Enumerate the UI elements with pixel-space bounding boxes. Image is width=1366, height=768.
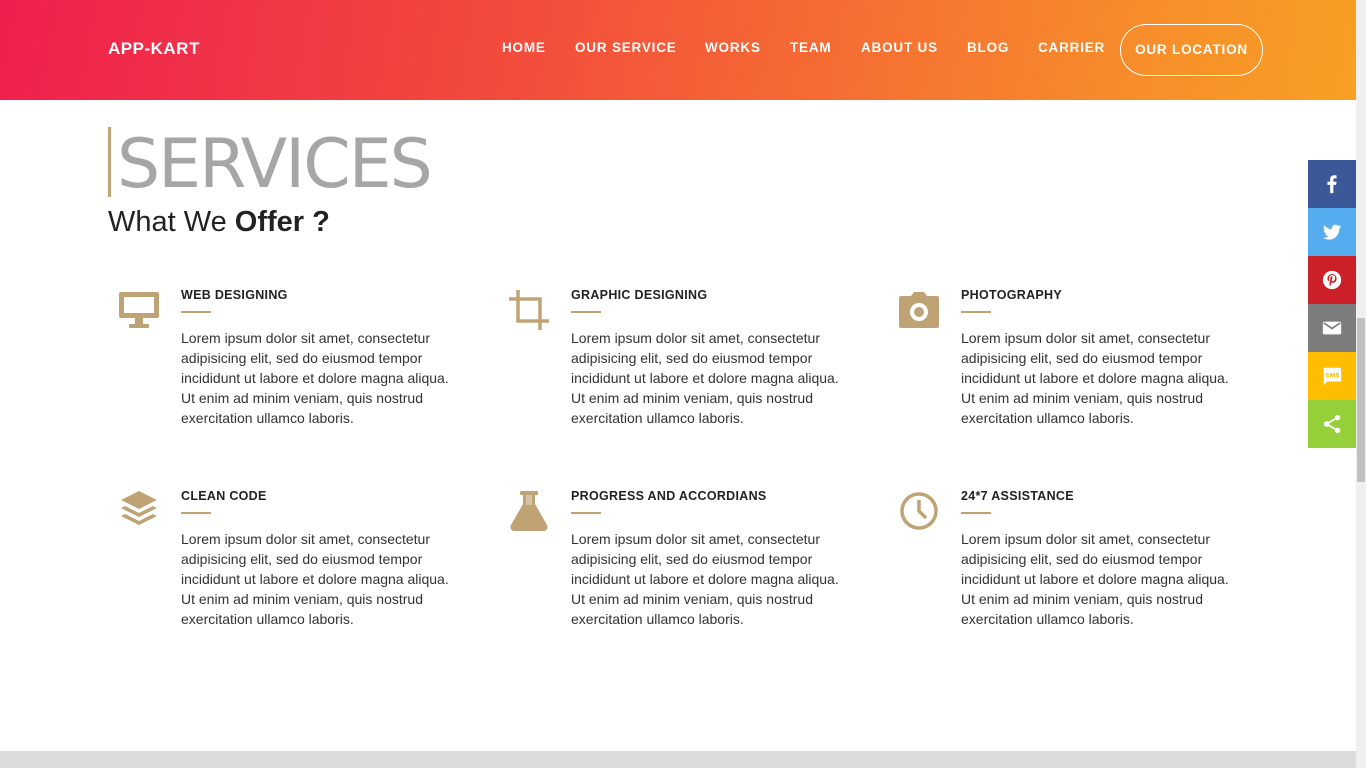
share-icon [1323, 414, 1341, 434]
svg-text:SMS: SMS [1325, 372, 1339, 379]
sms-share-button[interactable]: SMS [1308, 352, 1356, 400]
service-clean-code: CLEAN CODE Lorem ipsum dolor sit amet, c… [121, 489, 481, 629]
subtitle-prefix: What We [108, 206, 235, 238]
nav-works[interactable]: WORKS [705, 40, 761, 55]
twitter-icon [1323, 224, 1342, 240]
section-title: SERVICES [117, 125, 433, 204]
generic-share-button[interactable] [1308, 400, 1356, 448]
service-photography: PHOTOGRAPHY Lorem ipsum dolor sit amet, … [899, 288, 1261, 428]
service-divider [961, 512, 991, 514]
share-sidebar: SMS [1308, 160, 1356, 448]
service-title: 24*7 ASSISTANCE [961, 489, 1074, 503]
service-title: PROGRESS AND ACCORDIANS [571, 489, 767, 503]
service-divider [181, 512, 211, 514]
twitter-share-button[interactable] [1308, 208, 1356, 256]
facebook-share-button[interactable] [1308, 160, 1356, 208]
email-icon [1322, 321, 1342, 335]
nav-home[interactable]: HOME [502, 40, 546, 55]
service-description: Lorem ipsum dolor sit amet, consectetur … [961, 531, 1229, 627]
service-graphic-designing: GRAPHIC DESIGNING Lorem ipsum dolor sit … [509, 288, 871, 428]
service-web-designing: WEB DESIGNING Lorem ipsum dolor sit amet… [119, 288, 481, 428]
service-title: GRAPHIC DESIGNING [571, 288, 708, 302]
service-description: Lorem ipsum dolor sit amet, consectetur … [571, 531, 839, 627]
bottom-strip [0, 751, 1356, 768]
flask-icon [507, 489, 551, 533]
service-24-7-assistance: 24*7 ASSISTANCE Lorem ipsum dolor sit am… [900, 489, 1261, 629]
nav-carrier[interactable]: CARRIER [1038, 40, 1105, 55]
our-location-button[interactable]: OUR LOCATION [1120, 24, 1263, 76]
navbar: APP-KART HOME OUR SERVICE WORKS TEAM ABO… [0, 0, 1366, 100]
service-description: Lorem ipsum dolor sit amet, consectetur … [961, 330, 1229, 426]
nav-blog[interactable]: BLOG [967, 40, 1009, 55]
service-description: Lorem ipsum dolor sit amet, consectetur … [181, 531, 449, 627]
nav-about-us[interactable]: ABOUT US [861, 40, 938, 55]
title-accent-bar [108, 127, 111, 197]
pinterest-share-button[interactable] [1308, 256, 1356, 304]
service-progress-and-accordians: PROGRESS AND ACCORDIANS Lorem ipsum dolo… [510, 489, 871, 629]
service-description: Lorem ipsum dolor sit amet, consectetur … [571, 330, 839, 426]
pinterest-icon [1322, 270, 1342, 290]
scrollbar-thumb[interactable] [1357, 318, 1365, 482]
email-share-button[interactable] [1308, 304, 1356, 352]
camera-icon [897, 288, 941, 332]
service-divider [961, 311, 991, 313]
layers-icon [117, 489, 161, 533]
nav-our-service[interactable]: OUR SERVICE [575, 40, 677, 55]
service-title: WEB DESIGNING [181, 288, 288, 302]
service-divider [571, 512, 601, 514]
monitor-icon [117, 288, 161, 332]
section-subtitle: What We Offer ? [108, 206, 330, 239]
service-description: Lorem ipsum dolor sit amet, consectetur … [181, 330, 449, 426]
brand-logo[interactable]: APP-KART [108, 39, 200, 59]
crop-icon [507, 288, 551, 332]
nav-team[interactable]: TEAM [790, 40, 831, 55]
service-title: CLEAN CODE [181, 489, 267, 503]
service-divider [181, 311, 211, 313]
clock-icon [897, 489, 941, 533]
sms-icon: SMS [1323, 367, 1342, 386]
subtitle-bold: Offer ? [234, 206, 330, 238]
service-title: PHOTOGRAPHY [961, 288, 1062, 302]
service-divider [571, 311, 601, 313]
facebook-icon [1327, 175, 1337, 194]
